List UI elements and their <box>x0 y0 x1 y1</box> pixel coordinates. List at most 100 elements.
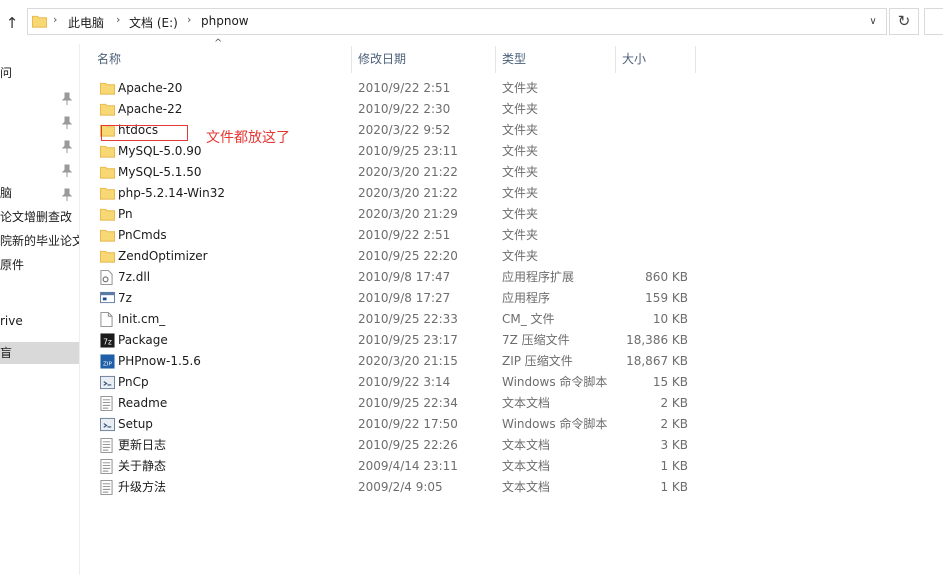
breadcrumb-this-pc[interactable]: 此电脑 <box>68 14 104 31</box>
file-size: 2 KB <box>660 396 688 410</box>
file-row[interactable]: Pn 2020/3/20 21:29 文件夹 <box>96 204 696 225</box>
pin-icon <box>62 92 72 105</box>
file-row[interactable]: MySQL-5.0.90 2010/9/25 23:11 文件夹 <box>96 141 696 162</box>
file-date: 2020/3/20 21:15 <box>358 354 458 368</box>
folder-icon <box>100 207 115 222</box>
file-type: 文本文档 <box>502 396 551 410</box>
nav-item[interactable]: 问 <box>0 62 79 84</box>
folder-icon <box>100 81 115 96</box>
file-row[interactable]: Readme 2010/9/25 22:34 文本文档 2 KB <box>96 393 696 414</box>
file-type: 文件夹 <box>502 102 539 116</box>
up-arrow-icon[interactable]: ↑ <box>2 12 22 34</box>
file-date: 2010/9/8 17:27 <box>358 291 451 305</box>
column-header-type[interactable]: 类型 <box>496 46 616 73</box>
column-header-size[interactable]: 大小 <box>616 46 696 73</box>
file-date: 2010/9/25 22:34 <box>358 396 458 410</box>
file-name: 7z <box>118 291 132 305</box>
file-size <box>616 246 688 267</box>
file-row[interactable]: Apache-22 2010/9/22 2:30 文件夹 <box>96 99 696 120</box>
file-row[interactable]: MySQL-5.1.50 2020/3/20 21:22 文件夹 <box>96 162 696 183</box>
breadcrumb-phpnow[interactable]: phpnow <box>201 14 249 28</box>
file-row[interactable]: 7z.dll 2010/9/8 17:47 应用程序扩展 860 KB <box>96 267 696 288</box>
folder-icon <box>32 15 47 28</box>
file-name: 更新日志 <box>118 438 167 452</box>
file-size: 1 KB <box>660 459 688 473</box>
nav-item[interactable]: 论文增删查改 <box>0 206 79 228</box>
file-name: Apache-22 <box>118 102 183 116</box>
file-type: Windows 命令脚本 <box>502 417 608 431</box>
refresh-icon[interactable]: ↻ <box>889 8 919 35</box>
file-date: 2010/9/25 23:11 <box>358 144 458 158</box>
txt-file-icon <box>100 396 115 411</box>
file-row[interactable]: 7z Package 2010/9/25 23:17 7Z 压缩文件 18,386 KB <box>96 330 696 351</box>
chevron-right-icon[interactable]: › <box>187 13 191 26</box>
chevron-right-icon[interactable]: › <box>53 13 57 26</box>
file-row[interactable]: Apache-20 2010/9/22 2:51 文件夹 <box>96 78 696 99</box>
file-size: 18,386 KB <box>626 333 688 347</box>
folder-icon <box>100 249 115 264</box>
file-row[interactable]: ZendOptimizer 2010/9/25 22:20 文件夹 <box>96 246 696 267</box>
file-size <box>616 225 688 246</box>
file-date: 2010/9/22 17:50 <box>358 417 458 431</box>
chevron-down-icon[interactable]: ∨ <box>864 12 882 32</box>
nav-item[interactable]: rive <box>0 310 79 332</box>
nav-item[interactable]: 院新的毕业论文 <box>0 230 79 252</box>
7z-file-icon: 7z <box>100 333 115 348</box>
file-type: 文件夹 <box>502 81 539 95</box>
file-size <box>616 120 688 141</box>
navigation-pane: 问 脑 论文增删查改 院新的毕业论文 原件 rive 盲 <box>0 44 80 575</box>
file-row[interactable]: 7z 2010/9/8 17:27 应用程序 159 KB <box>96 288 696 309</box>
breadcrumb-drive-e[interactable]: 文档 (E:) <box>129 14 178 31</box>
file-row[interactable]: 更新日志 2010/9/25 22:26 文本文档 3 KB <box>96 435 696 456</box>
pin-icon <box>62 140 72 153</box>
file-type: 文本文档 <box>502 480 551 494</box>
nav-item[interactable]: 原件 <box>0 254 79 276</box>
file-type: 应用程序 <box>502 291 551 305</box>
file-name: PnCmds <box>118 228 167 242</box>
file-row[interactable]: php-5.2.14-Win32 2020/3/20 21:22 文件夹 <box>96 183 696 204</box>
file-row[interactable]: Init.cm_ 2010/9/25 22:33 CM_ 文件 10 KB <box>96 309 696 330</box>
file-row[interactable]: 升级方法 2009/2/4 9:05 文本文档 1 KB <box>96 477 696 498</box>
nav-item-selected[interactable]: 盲 <box>0 342 79 364</box>
folder-icon <box>100 186 115 201</box>
file-type: 文件夹 <box>502 165 539 179</box>
nav-item[interactable]: 脑 <box>0 182 79 204</box>
folder-icon <box>100 102 115 117</box>
pin-icon <box>62 116 72 129</box>
file-row[interactable]: Setup 2010/9/22 17:50 Windows 命令脚本 2 KB <box>96 414 696 435</box>
file-date: 2010/9/25 22:33 <box>358 312 458 326</box>
file-name: Init.cm_ <box>118 312 166 326</box>
svg-text:7z: 7z <box>103 337 112 346</box>
svg-text:ZIP: ZIP <box>103 361 112 367</box>
file-size <box>616 99 688 120</box>
file-name: 升级方法 <box>118 480 167 494</box>
file-type: 文本文档 <box>502 438 551 452</box>
chevron-right-icon[interactable]: › <box>116 13 120 26</box>
file-row[interactable]: ZIP PHPnow-1.5.6 2020/3/20 21:15 ZIP 压缩文件 18… <box>96 351 696 372</box>
file-type: 文件夹 <box>502 228 539 242</box>
file-type: 文件夹 <box>502 123 539 137</box>
file-date: 2010/9/22 2:30 <box>358 102 451 116</box>
file-size: 1 KB <box>660 480 688 494</box>
file-size <box>616 162 688 183</box>
search-box[interactable] <box>924 8 943 35</box>
file-date: 2009/4/14 23:11 <box>358 459 458 473</box>
file-name: MySQL-5.1.50 <box>118 165 202 179</box>
file-size <box>616 141 688 162</box>
file-row[interactable]: PnCmds 2010/9/22 2:51 文件夹 <box>96 225 696 246</box>
file-size: 10 KB <box>652 312 688 326</box>
file-row[interactable]: PnCp 2010/9/22 3:14 Windows 命令脚本 15 KB <box>96 372 696 393</box>
column-header-name[interactable]: 名称 <box>91 46 352 73</box>
address-toolbar: ↑ › 此电脑 › 文档 (E:) › phpnow ∨ ↻ <box>0 0 943 44</box>
file-row[interactable]: 关于静态 2009/4/14 23:11 文本文档 1 KB <box>96 456 696 477</box>
highlight-box <box>101 125 188 141</box>
file-date: 2020/3/20 21:22 <box>358 165 458 179</box>
file-name: Apache-20 <box>118 81 183 95</box>
file-date: 2010/9/22 2:51 <box>358 228 451 242</box>
column-header-date[interactable]: 修改日期 <box>352 46 496 73</box>
file-date: 2010/9/8 17:47 <box>358 270 451 284</box>
file-date: 2010/9/25 22:26 <box>358 438 458 452</box>
address-bar[interactable]: › 此电脑 › 文档 (E:) › phpnow ∨ <box>27 8 887 35</box>
zip-file-icon: ZIP <box>100 354 115 369</box>
exe-file-icon <box>100 291 115 306</box>
